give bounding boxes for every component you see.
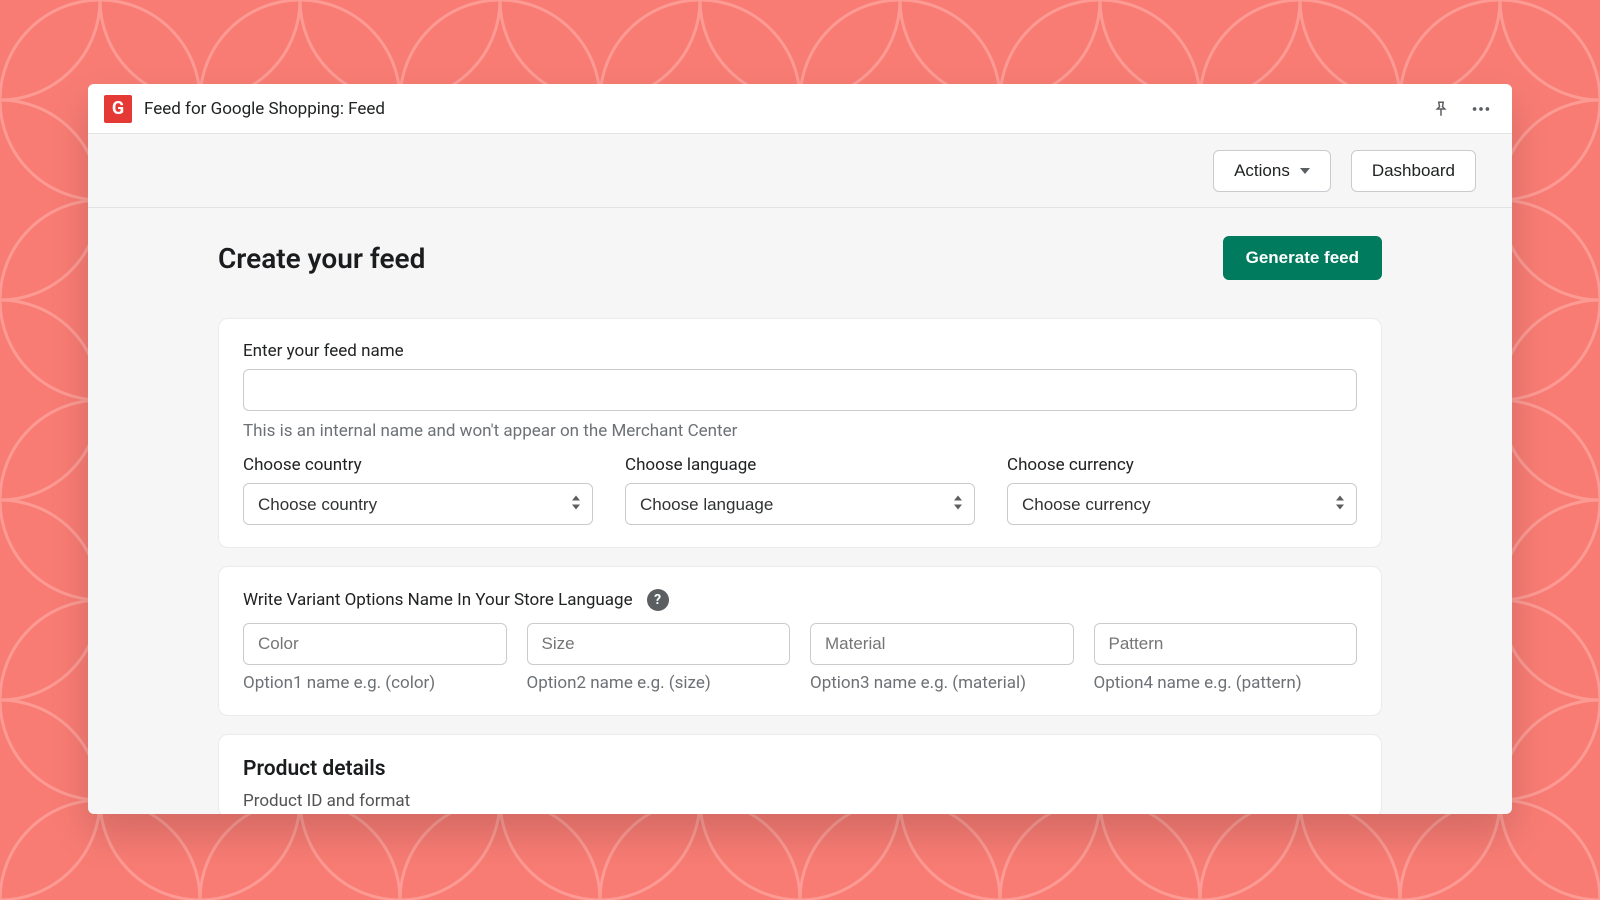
language-label: Choose language (625, 455, 975, 475)
variant-options-card: Write Variant Options Name In Your Store… (218, 566, 1382, 716)
currency-select[interactable]: Choose currency (1007, 483, 1357, 525)
variant-option2-hint: Option2 name e.g. (size) (527, 673, 791, 693)
feed-name-label: Enter your feed name (243, 341, 1357, 361)
variant-option4-input[interactable] (1094, 623, 1358, 665)
variant-option3-input[interactable] (810, 623, 1074, 665)
generate-feed-button[interactable]: Generate feed (1223, 236, 1382, 280)
app-logo-icon: G (104, 95, 132, 123)
variant-option1-hint: Option1 name e.g. (color) (243, 673, 507, 693)
content-area: Create your feed Generate feed Enter you… (88, 208, 1512, 814)
app-title: Feed for Google Shopping: Feed (144, 99, 385, 119)
variant-option1-input[interactable] (243, 623, 507, 665)
currency-label: Choose currency (1007, 455, 1357, 475)
actions-button-label: Actions (1234, 161, 1290, 181)
more-icon[interactable] (1466, 94, 1496, 124)
dashboard-button-label: Dashboard (1372, 161, 1455, 181)
feed-settings-card: Enter your feed name This is an internal… (218, 318, 1382, 548)
toolbar: Actions Dashboard (88, 134, 1512, 208)
product-details-card: Product details Product ID and format (218, 734, 1382, 814)
titlebar: G Feed for Google Shopping: Feed (88, 84, 1512, 134)
feed-name-input[interactable] (243, 369, 1357, 411)
variant-heading: Write Variant Options Name In Your Store… (243, 590, 633, 610)
generate-feed-label: Generate feed (1246, 248, 1359, 268)
product-details-title: Product details (243, 757, 1357, 781)
product-details-sub: Product ID and format (243, 791, 1357, 811)
app-window: G Feed for Google Shopping: Feed Actions… (88, 84, 1512, 814)
feed-name-hint: This is an internal name and won't appea… (243, 421, 1357, 441)
caret-down-icon (1300, 161, 1310, 181)
language-select[interactable]: Choose language (625, 483, 975, 525)
page-header: Create your feed Generate feed (218, 236, 1382, 280)
page-title: Create your feed (218, 242, 425, 275)
variant-option3-hint: Option3 name e.g. (material) (810, 673, 1074, 693)
country-select[interactable]: Choose country (243, 483, 593, 525)
variant-option2-input[interactable] (527, 623, 791, 665)
actions-button[interactable]: Actions (1213, 150, 1331, 192)
country-label: Choose country (243, 455, 593, 475)
pin-icon[interactable] (1428, 96, 1454, 122)
variant-option4-hint: Option4 name e.g. (pattern) (1094, 673, 1358, 693)
help-icon[interactable]: ? (647, 589, 669, 611)
dashboard-button[interactable]: Dashboard (1351, 150, 1476, 192)
